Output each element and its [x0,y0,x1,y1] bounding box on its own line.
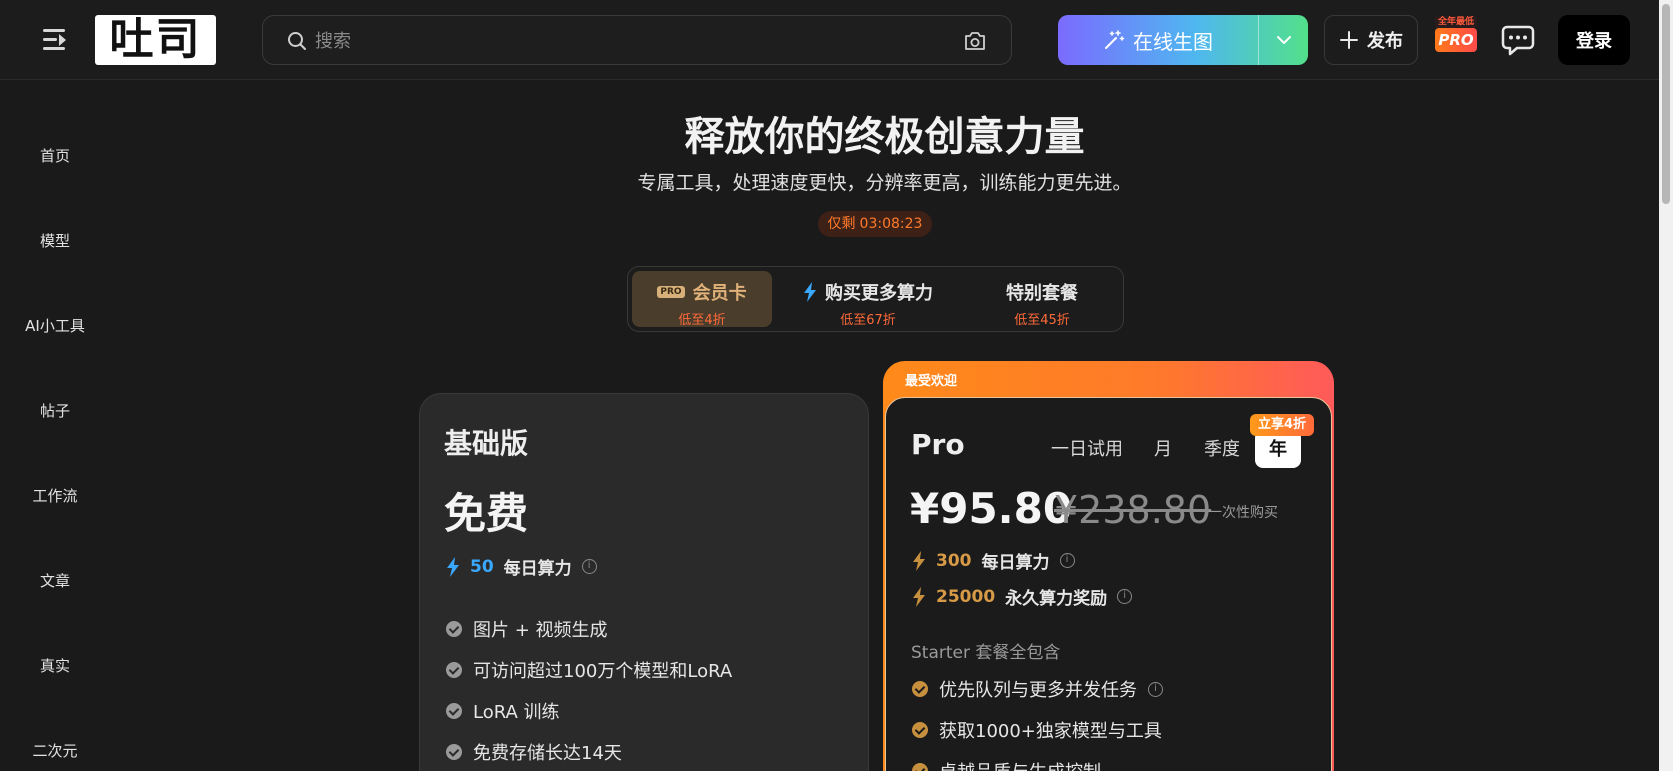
pro-daily-credits-label: 每日算力 [981,553,1050,573]
countdown-value: 03:08:23 [859,216,923,232]
online-generate-button[interactable]: 在线生图 [1058,15,1308,65]
tab-buy-credits-discount: 低至67折 [840,313,896,328]
check-icon [446,621,462,637]
magic-wand-icon [1105,30,1125,49]
pro-daily-credits-value: 300 [936,550,972,571]
tab-buy-credits[interactable]: 购买更多算力 低至67折 [783,271,953,328]
sidebar-item-models[interactable]: 模型 [0,230,110,251]
period-month[interactable]: 月 [1154,435,1172,461]
pro-feature-item: 卓越品质与生成控制 [912,758,1101,771]
site-logo[interactable]: 吐司 [95,15,216,65]
info-icon[interactable]: i [1059,553,1075,568]
camera-icon[interactable] [963,30,987,52]
sidebar-item-workflows[interactable]: 工作流 [0,485,110,506]
sidebar-item-articles[interactable]: 文章 [0,570,110,591]
search-input[interactable] [315,24,935,58]
plan-type-tabs: PRO 会员卡 低至4折 购买更多算力 低至67折 特别套餐 低至45折 [627,266,1124,332]
lightning-icon [913,550,925,571]
check-icon [912,763,928,771]
page-scrollbar[interactable] [1659,0,1673,771]
pro-feature-item: 获取1000+独家模型与工具 [912,717,1162,743]
period-quarter[interactable]: 季度 [1204,435,1240,461]
lightning-icon [913,586,925,607]
page-subtitle: 专属工具，处理速度更快，分辨率更高，训练能力更先进。 [637,172,1132,194]
tab-membership[interactable]: PRO 会员卡 低至4折 [632,271,772,328]
scrollbar-thumb[interactable] [1662,4,1670,204]
basic-feature-item: 可访问超过100万个模型和LoRA [446,657,732,683]
sidebar-item-ai-tools[interactable]: AI小工具 [0,315,110,336]
basic-feature-item: 免费存储长达14天 [446,739,622,765]
login-button[interactable]: 登录 [1558,15,1630,65]
check-icon [446,662,462,678]
tab-buy-credits-label: 购买更多算力 [825,283,933,304]
includes-label: Starter 套餐全包含 [911,643,1061,663]
tab-membership-label: 会员卡 [692,283,747,304]
sidebar-item-posts[interactable]: 帖子 [0,400,110,421]
sidebar: 首页 模型 AI小工具 帖子 工作流 文章 真实 二次元 [0,81,110,771]
basic-plan-card: 基础版 免费 50 每日算力 i 图片 + 视频生成 可访问超过100万个模型和… [419,393,869,771]
search-icon [288,32,306,50]
pro-plan-card: 最受欢迎 Pro 一日试用 月 季度 年 立享4折 ¥95.80 ¥238.80… [883,361,1334,771]
chevron-down-icon [1276,36,1291,44]
lightning-icon [447,556,459,577]
pro-promo-badge[interactable]: 全年最低 PRO [1435,16,1477,54]
pro-plan-price: ¥95.80 [910,484,1073,533]
chat-icon[interactable] [1500,22,1536,58]
basic-daily-credits: 50 每日算力 i [446,554,597,579]
pro-plan-original-price: ¥238.80 [1054,488,1212,532]
pro-bonus-credits: 25000 永久算力奖励 i [912,584,1133,609]
top-header: 吐司 在线生图 发布 全年最低 PRO 登录 [0,0,1659,80]
info-icon[interactable]: i [1117,589,1133,604]
tab-membership-discount: 低至4折 [678,313,726,328]
tab-special-bundle[interactable]: 特别套餐 低至45折 [963,271,1121,328]
check-icon [912,681,928,697]
pro-daily-credits: 300 每日算力 i [912,548,1075,573]
pro-plan-title: Pro [911,428,965,461]
check-icon [446,703,462,719]
basic-feature-item: 图片 + 视频生成 [446,616,608,642]
search-bar [262,15,1012,65]
generate-dropdown-toggle[interactable] [1259,15,1308,65]
publish-label: 发布 [1367,31,1403,52]
info-icon[interactable]: i [1148,681,1163,697]
period-trial-day[interactable]: 一日试用 [1051,435,1123,461]
basic-credits-label: 每日算力 [503,559,572,579]
publish-button[interactable]: 发布 [1324,15,1418,65]
countdown-badge: 仅剩 03:08:23 [818,211,932,237]
most-popular-ribbon: 最受欢迎 [905,374,958,389]
year-discount-badge: 立享4折 [1250,414,1314,436]
basic-plan-title: 基础版 [444,427,529,460]
pro-promo-top-label: 全年最低 [1435,16,1477,28]
plus-icon [1340,31,1358,49]
menu-toggle-icon[interactable] [40,26,70,54]
sidebar-item-home[interactable]: 首页 [0,145,110,166]
check-icon [446,744,462,760]
pro-card-icon: PRO [657,286,685,298]
pro-promo-label: PRO [1435,28,1477,52]
one-time-purchase-label: 一次性购买 [1208,505,1278,521]
pro-feature-item: 优先队列与更多并发任务 i [912,676,1163,702]
online-generate-label: 在线生图 [1133,29,1213,54]
info-icon[interactable]: i [581,559,597,574]
pro-bonus-credits-label: 永久算力奖励 [1005,589,1108,609]
sidebar-item-realistic[interactable]: 真实 [0,655,110,676]
lightning-icon [804,282,816,302]
basic-plan-price: 免费 [444,489,529,538]
online-generate-main[interactable]: 在线生图 [1058,15,1258,65]
basic-credits-value: 50 [470,556,494,577]
tab-special-bundle-label: 特别套餐 [1006,283,1078,304]
tab-special-bundle-discount: 低至45折 [1014,313,1070,328]
basic-feature-item: LoRA 训练 [446,698,560,724]
sidebar-item-anime[interactable]: 二次元 [0,740,110,761]
pro-plan-body: Pro 一日试用 月 季度 年 立享4折 ¥95.80 ¥238.80 一次性购… [885,397,1332,771]
check-icon [912,722,928,738]
countdown-label: 仅剩 [827,216,856,232]
page-title: 释放你的终极创意力量 [684,114,1085,160]
pro-bonus-credits-value: 25000 [936,586,996,607]
